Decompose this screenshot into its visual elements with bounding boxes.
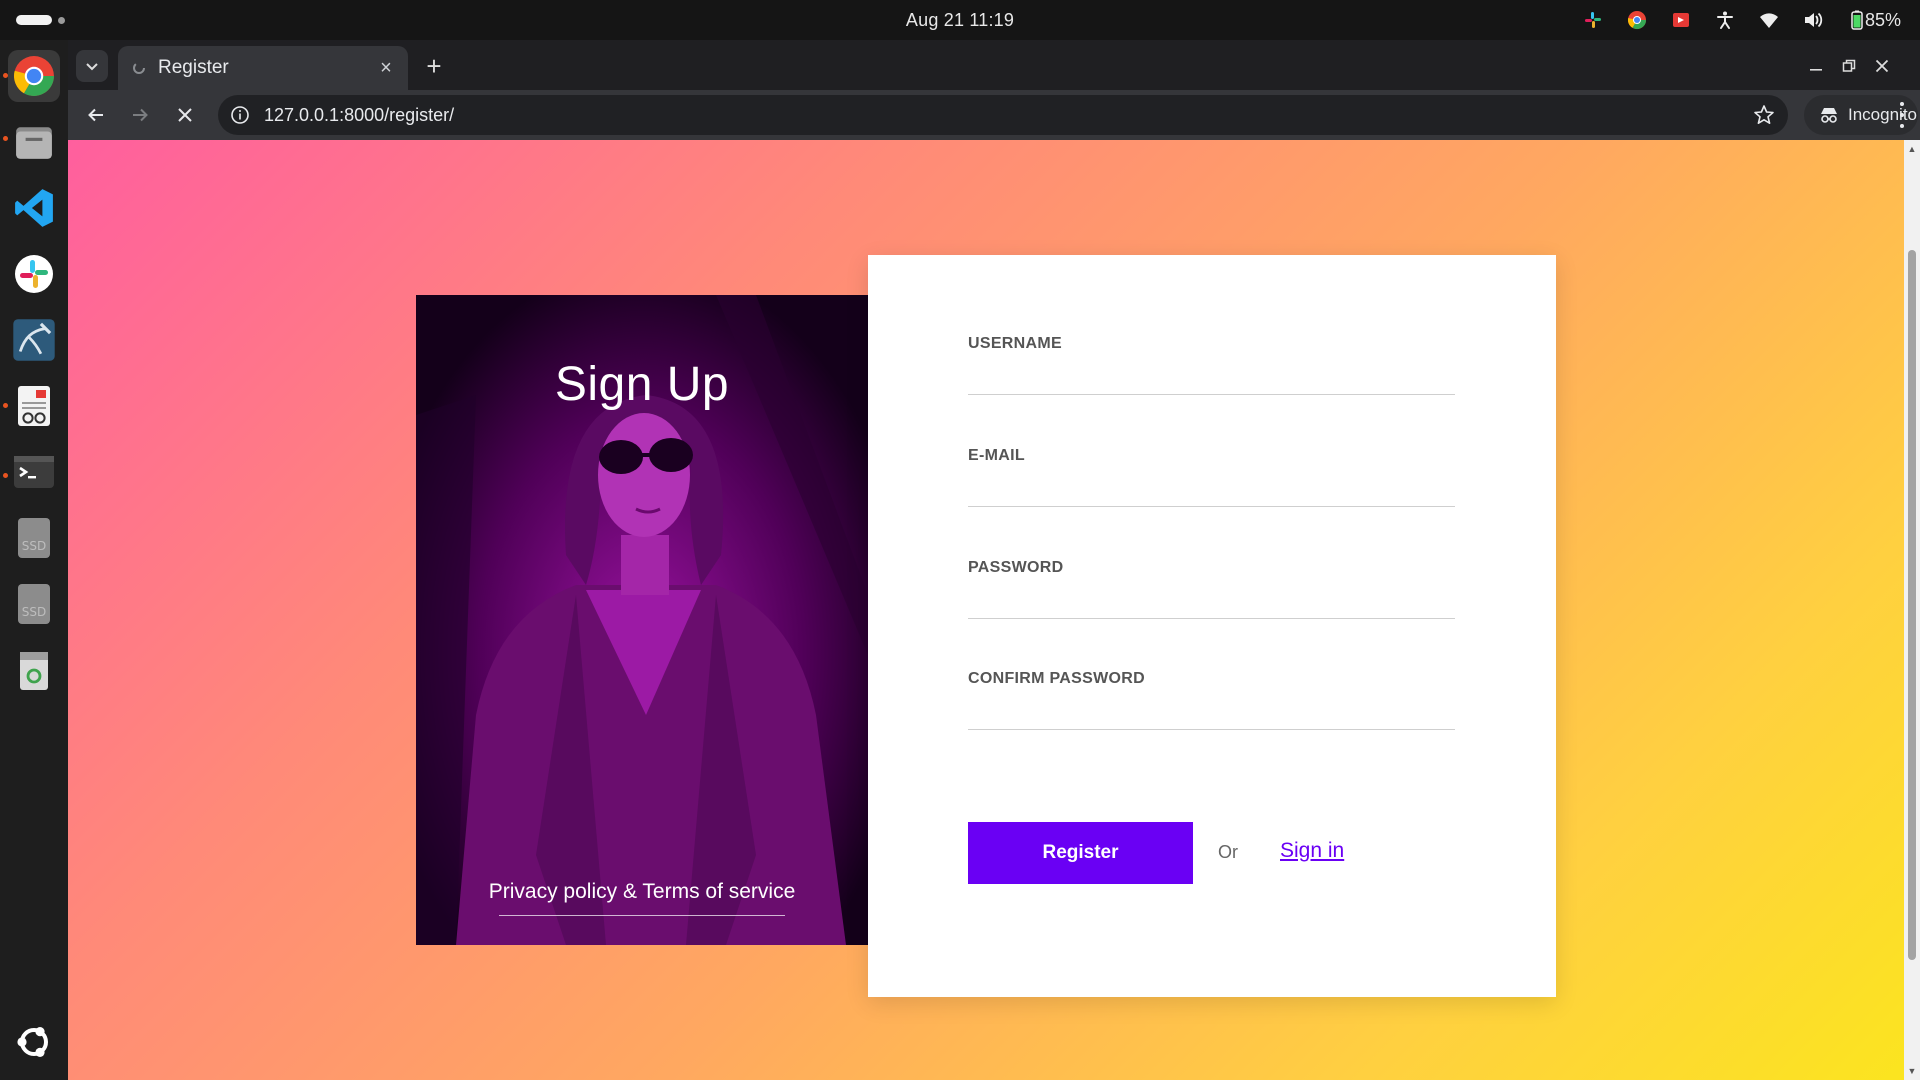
battery-percent: 85% <box>1864 9 1902 30</box>
slack-tray-icon[interactable] <box>1582 9 1604 31</box>
volume-icon[interactable] <box>1802 9 1824 31</box>
confirm-password-input[interactable] <box>968 704 1455 730</box>
tab-strip: Register × + <box>68 40 1920 90</box>
bookmark-star-icon[interactable] <box>1752 103 1776 127</box>
battery-indicator[interactable]: 85% <box>1846 9 1906 31</box>
chrome-icon[interactable] <box>8 50 60 102</box>
scroll-thumb[interactable] <box>1908 250 1916 960</box>
stop-loading-icon[interactable] <box>169 99 201 131</box>
or-text: Or <box>1218 842 1238 862</box>
email-field: E-MAIL <box>968 447 1455 507</box>
sign-in-link[interactable]: Sign in <box>1280 839 1344 863</box>
password-input[interactable] <box>968 593 1455 619</box>
svg-text:SSD: SSD <box>22 605 46 619</box>
wifi-icon[interactable] <box>1758 9 1780 31</box>
tab-search-button[interactable] <box>76 50 108 82</box>
username-label: USERNAME <box>968 335 1062 352</box>
confirm-password-label: CONFIRM PASSWORD <box>968 670 1145 687</box>
ssd-drive-icon[interactable]: SSD <box>8 512 60 564</box>
chrome-tray-icon[interactable] <box>1626 9 1648 31</box>
register-button[interactable]: Register <box>968 822 1193 884</box>
forward-icon[interactable] <box>124 99 156 131</box>
mysql-workbench-icon[interactable] <box>8 314 60 366</box>
address-bar[interactable]: 127.0.0.1:8000/register/ <box>218 95 1788 135</box>
tab-title: Register <box>158 57 229 78</box>
confirm-password-field: CONFIRM PASSWORD <box>968 670 1455 730</box>
chevron-down-icon <box>86 63 98 71</box>
close-window-icon[interactable] <box>1870 54 1894 78</box>
username-field: USERNAME <box>968 335 1455 395</box>
close-tab-icon[interactable]: × <box>374 56 398 80</box>
hero-title: Sign Up <box>554 358 730 411</box>
email-input[interactable] <box>968 481 1455 507</box>
tab-register[interactable]: Register × <box>118 46 408 90</box>
link-underline <box>499 915 785 916</box>
username-input[interactable] <box>968 369 1455 395</box>
system-top-bar: Aug 21 11:19 85% <box>0 0 1920 40</box>
ubuntu-dock: SSD SSD <box>0 40 68 1080</box>
document-viewer-icon[interactable] <box>8 380 60 432</box>
browser-toolbar: 127.0.0.1:8000/register/ Incognito <box>68 90 1920 140</box>
browser-window: Register × + 127.0.0.1:8000/register/ In… <box>68 40 1920 1080</box>
page-viewport: Sign Up Privacy policy & Terms of servic… <box>68 140 1920 1080</box>
svg-text:SSD: SSD <box>22 539 46 553</box>
email-label: E-MAIL <box>968 447 1025 464</box>
ssd-drive-icon[interactable]: SSD <box>8 578 60 630</box>
page-scrollbar[interactable]: ▲ ▼ <box>1904 140 1920 1080</box>
password-label: PASSWORD <box>968 559 1064 576</box>
scroll-up-icon[interactable]: ▲ <box>1907 144 1917 154</box>
ubuntu-apps-icon[interactable] <box>8 1016 60 1068</box>
slack-icon[interactable] <box>8 248 60 300</box>
vscode-icon[interactable] <box>8 182 60 234</box>
screen-record-tray-icon[interactable] <box>1670 9 1692 31</box>
new-tab-icon[interactable]: + <box>418 50 450 82</box>
browser-menu-icon[interactable] <box>1892 102 1912 128</box>
terminal-icon[interactable] <box>8 446 60 498</box>
password-field: PASSWORD <box>968 559 1455 619</box>
url-text[interactable]: 127.0.0.1:8000/register/ <box>264 105 454 126</box>
minimize-icon[interactable] <box>1804 54 1828 78</box>
incognito-icon <box>1821 108 1837 123</box>
battery-icon <box>1851 10 1863 30</box>
privacy-terms-link[interactable]: Privacy policy & Terms of service <box>416 880 868 904</box>
trash-icon[interactable] <box>8 644 60 696</box>
scroll-down-icon[interactable]: ▼ <box>1907 1066 1917 1076</box>
signup-hero-panel: Sign Up Privacy policy & Terms of servic… <box>416 295 868 945</box>
back-icon[interactable] <box>80 99 112 131</box>
accessibility-icon[interactable] <box>1714 9 1736 31</box>
system-tray[interactable]: 85% <box>1582 8 1906 32</box>
restore-icon[interactable] <box>1837 54 1861 78</box>
loading-favicon-icon <box>133 62 145 74</box>
files-icon[interactable] <box>8 116 60 168</box>
site-info-icon[interactable] <box>230 105 250 125</box>
register-form-card: USERNAME E-MAIL PASSWORD CONFIRM PASSWOR… <box>868 255 1556 997</box>
